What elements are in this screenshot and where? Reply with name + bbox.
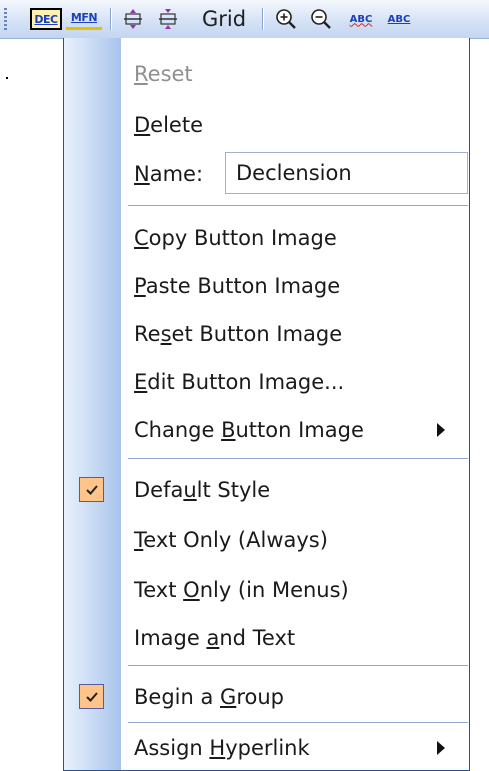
zoom-out-icon [311, 9, 331, 29]
menu-separator [128, 458, 468, 459]
menu-item-reset-button-image[interactable]: Reset Button Image [64, 312, 469, 356]
grid-button[interactable]: Grid [197, 7, 251, 31]
name-field[interactable] [225, 152, 468, 194]
row-spacing-icon [124, 9, 142, 29]
menu-item-label: Text Only (in Menus) [134, 578, 349, 602]
menu-separator [128, 722, 468, 723]
toolbar-grip[interactable] [4, 8, 7, 30]
context-menu: Reset Delete Name: Copy Button Image Pas… [63, 38, 470, 771]
menu-item-label: Change Button Image [134, 418, 364, 442]
menu-separator [128, 205, 468, 206]
menu-item-assign-hyperlink[interactable]: Assign Hyperlink [64, 728, 469, 768]
zoom-in-icon [276, 9, 296, 29]
abc-spellcheck-button[interactable]: ABC [345, 8, 377, 30]
menu-item-text-only-menus[interactable]: Text Only (in Menus) [64, 568, 469, 612]
menu-item-copy-button-image[interactable]: Copy Button Image [64, 216, 469, 260]
menu-item-label: Assign Hyperlink [134, 736, 310, 760]
check-icon [79, 477, 104, 502]
menu-icon-gutter [64, 38, 121, 770]
mfn-button[interactable]: MFN [66, 8, 102, 30]
zoom-in-button[interactable] [272, 8, 300, 30]
menu-item-delete[interactable]: Delete [64, 103, 469, 147]
menu-item-label: Copy Button Image [134, 226, 337, 250]
submenu-arrow-icon [437, 741, 445, 755]
menu-item-label: Text Only (Always) [134, 528, 328, 552]
menu-item-label: Default Style [134, 478, 271, 502]
menu-item-label: Edit Button Image... [134, 370, 345, 394]
dec-button[interactable]: DEC [30, 8, 62, 30]
check-icon [79, 684, 104, 709]
column-spacing-icon [159, 9, 177, 29]
menu-item-text-only-always[interactable]: Text Only (Always) [64, 518, 469, 562]
menu-item-label: Begin a Group [134, 685, 284, 709]
menu-item-label: Paste Button Image [134, 274, 341, 298]
row-spacing-button[interactable] [120, 8, 146, 30]
zoom-out-button[interactable] [307, 8, 335, 30]
menu-item-image-and-text[interactable]: Image and Text [64, 616, 469, 660]
name-label: Name: [134, 162, 204, 186]
menu-separator [128, 665, 468, 666]
menu-item-paste-button-image[interactable]: Paste Button Image [64, 264, 469, 308]
column-spacing-button[interactable] [155, 8, 181, 30]
toolbar-separator [262, 8, 264, 30]
menu-item-label: Reset [134, 62, 193, 86]
menu-item-label: Image and Text [134, 626, 296, 650]
menu-item-change-button-image[interactable]: Change Button Image [64, 408, 469, 452]
toolbar-separator [110, 8, 112, 30]
menu-item-begin-group[interactable]: Begin a Group [64, 675, 469, 719]
document-text-dot [6, 77, 8, 79]
menu-item-label: Delete [134, 113, 203, 137]
toolbar: DEC MFN Grid ABC ABC [0, 0, 489, 39]
menu-item-label: Reset Button Image [134, 322, 343, 346]
menu-item-reset[interactable]: Reset [64, 52, 469, 96]
menu-item-default-style[interactable]: Default Style [64, 468, 469, 512]
menu-item-edit-button-image[interactable]: Edit Button Image... [64, 360, 469, 404]
abc-button[interactable]: ABC [383, 8, 415, 30]
submenu-arrow-icon [437, 423, 445, 437]
